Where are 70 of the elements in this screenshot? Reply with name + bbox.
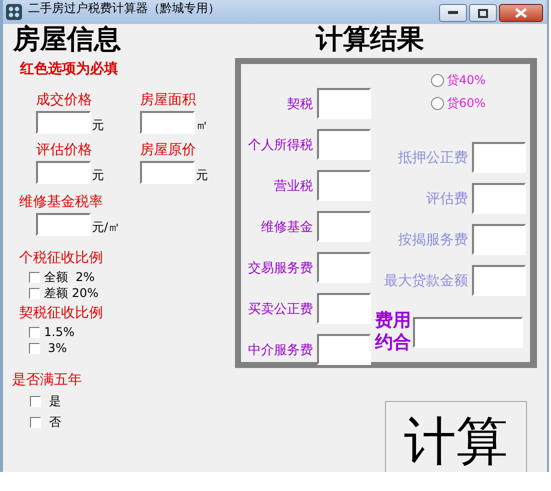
checkbox-label: 3% (46, 341, 67, 355)
field-label: 房屋原价 (140, 142, 197, 159)
section-heading: 房屋信息 (13, 24, 122, 56)
result-label: 交易服务费 (248, 260, 313, 276)
result-field[interactable] (317, 170, 371, 201)
checkbox[interactable] (30, 396, 41, 407)
close-button[interactable] (499, 4, 543, 22)
group-label: 个税征收比例 (19, 250, 104, 267)
result-label: 营业税 (274, 178, 313, 194)
section-heading: 计算结果 (314, 24, 425, 56)
checkbox-label: 是 (48, 393, 61, 410)
field-label: 房屋面积 (140, 92, 197, 109)
result-label: 个人所得税 (248, 136, 313, 154)
input-field[interactable] (140, 161, 195, 184)
minimize-icon (448, 11, 458, 15)
total-label: 费用约合 (375, 310, 412, 354)
result-label: 买卖公正费 (248, 300, 313, 318)
total-field[interactable] (412, 316, 523, 348)
radio-label: 贷60% (447, 95, 486, 112)
checkbox-label: 1.5% (44, 325, 74, 339)
result-field[interactable] (317, 293, 371, 324)
input-field[interactable] (140, 111, 195, 134)
close-icon (515, 8, 527, 18)
result-label: 最大贷款金额 (384, 272, 468, 290)
field-label: 维修基金税率 (19, 194, 104, 211)
maximize-icon (478, 8, 488, 18)
checkbox[interactable] (29, 288, 40, 298)
result-field[interactable] (317, 334, 371, 365)
checkbox[interactable] (30, 417, 41, 428)
group-label: 契税征收比例 (19, 305, 104, 322)
input-field[interactable] (36, 213, 91, 236)
result-label: 评估费 (426, 190, 468, 208)
unit-label: 元/㎡ (92, 219, 120, 236)
app-icon (6, 4, 22, 20)
result-field[interactable] (317, 252, 371, 283)
result-field[interactable] (472, 183, 526, 214)
result-field[interactable] (317, 211, 371, 242)
checkbox-label: 差额 20% (44, 284, 98, 302)
result-field[interactable] (472, 142, 526, 173)
unit-label: ㎡ (196, 117, 208, 134)
calculate-button[interactable]: 计算 (385, 401, 527, 472)
window-title: 二手房过户税费计算器（黔城专用） (28, 0, 220, 16)
radio-button[interactable] (431, 97, 444, 110)
checkbox-label: 否 (48, 414, 61, 431)
result-label: 抵押公正费 (398, 148, 468, 166)
result-label: 按揭服务费 (398, 230, 468, 248)
result-field[interactable] (317, 88, 371, 119)
result-label: 中介服务费 (248, 342, 313, 358)
field-label: 评估价格 (36, 142, 93, 159)
result-label: 维修基金 (261, 218, 313, 236)
radio-label: 贷40% (447, 72, 486, 89)
field-label: 成交价格 (36, 92, 93, 109)
input-field[interactable] (36, 111, 91, 134)
minimize-button[interactable] (439, 4, 467, 22)
unit-label: 元 (92, 117, 104, 134)
result-field[interactable] (472, 224, 526, 255)
result-label: 契税 (287, 96, 313, 112)
maximize-button[interactable] (469, 4, 497, 22)
result-field[interactable] (472, 265, 526, 296)
required-note: 红色选项为必填 (20, 60, 119, 78)
unit-label: 元 (196, 167, 208, 184)
checkbox-label: 全额 2% (44, 268, 95, 286)
result-field[interactable] (317, 129, 371, 160)
group-label: 是否满五年 (12, 372, 83, 389)
checkbox[interactable] (29, 326, 40, 338)
radio-button[interactable] (431, 74, 444, 87)
checkbox[interactable] (29, 342, 40, 354)
checkbox[interactable] (29, 272, 40, 282)
unit-label: 元 (92, 167, 104, 184)
input-field[interactable] (36, 161, 91, 184)
